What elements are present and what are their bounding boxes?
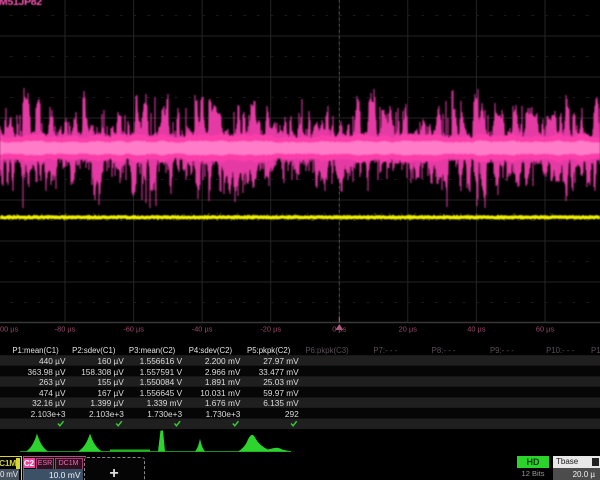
svg-text:-20 µs: -20 µs: [260, 325, 281, 334]
svg-text:0 µs: 0 µs: [332, 325, 346, 334]
svg-text:-40 µs: -40 µs: [192, 325, 213, 334]
svg-text:40 µs: 40 µs: [467, 325, 486, 334]
svg-text:20 µs: 20 µs: [399, 325, 418, 334]
svg-text:-80 µs: -80 µs: [55, 325, 76, 334]
svg-text:-60 µs: -60 µs: [123, 325, 144, 334]
svg-text:60 µs: 60 µs: [536, 325, 555, 334]
svg-text:00 µs: 00 µs: [0, 325, 19, 334]
